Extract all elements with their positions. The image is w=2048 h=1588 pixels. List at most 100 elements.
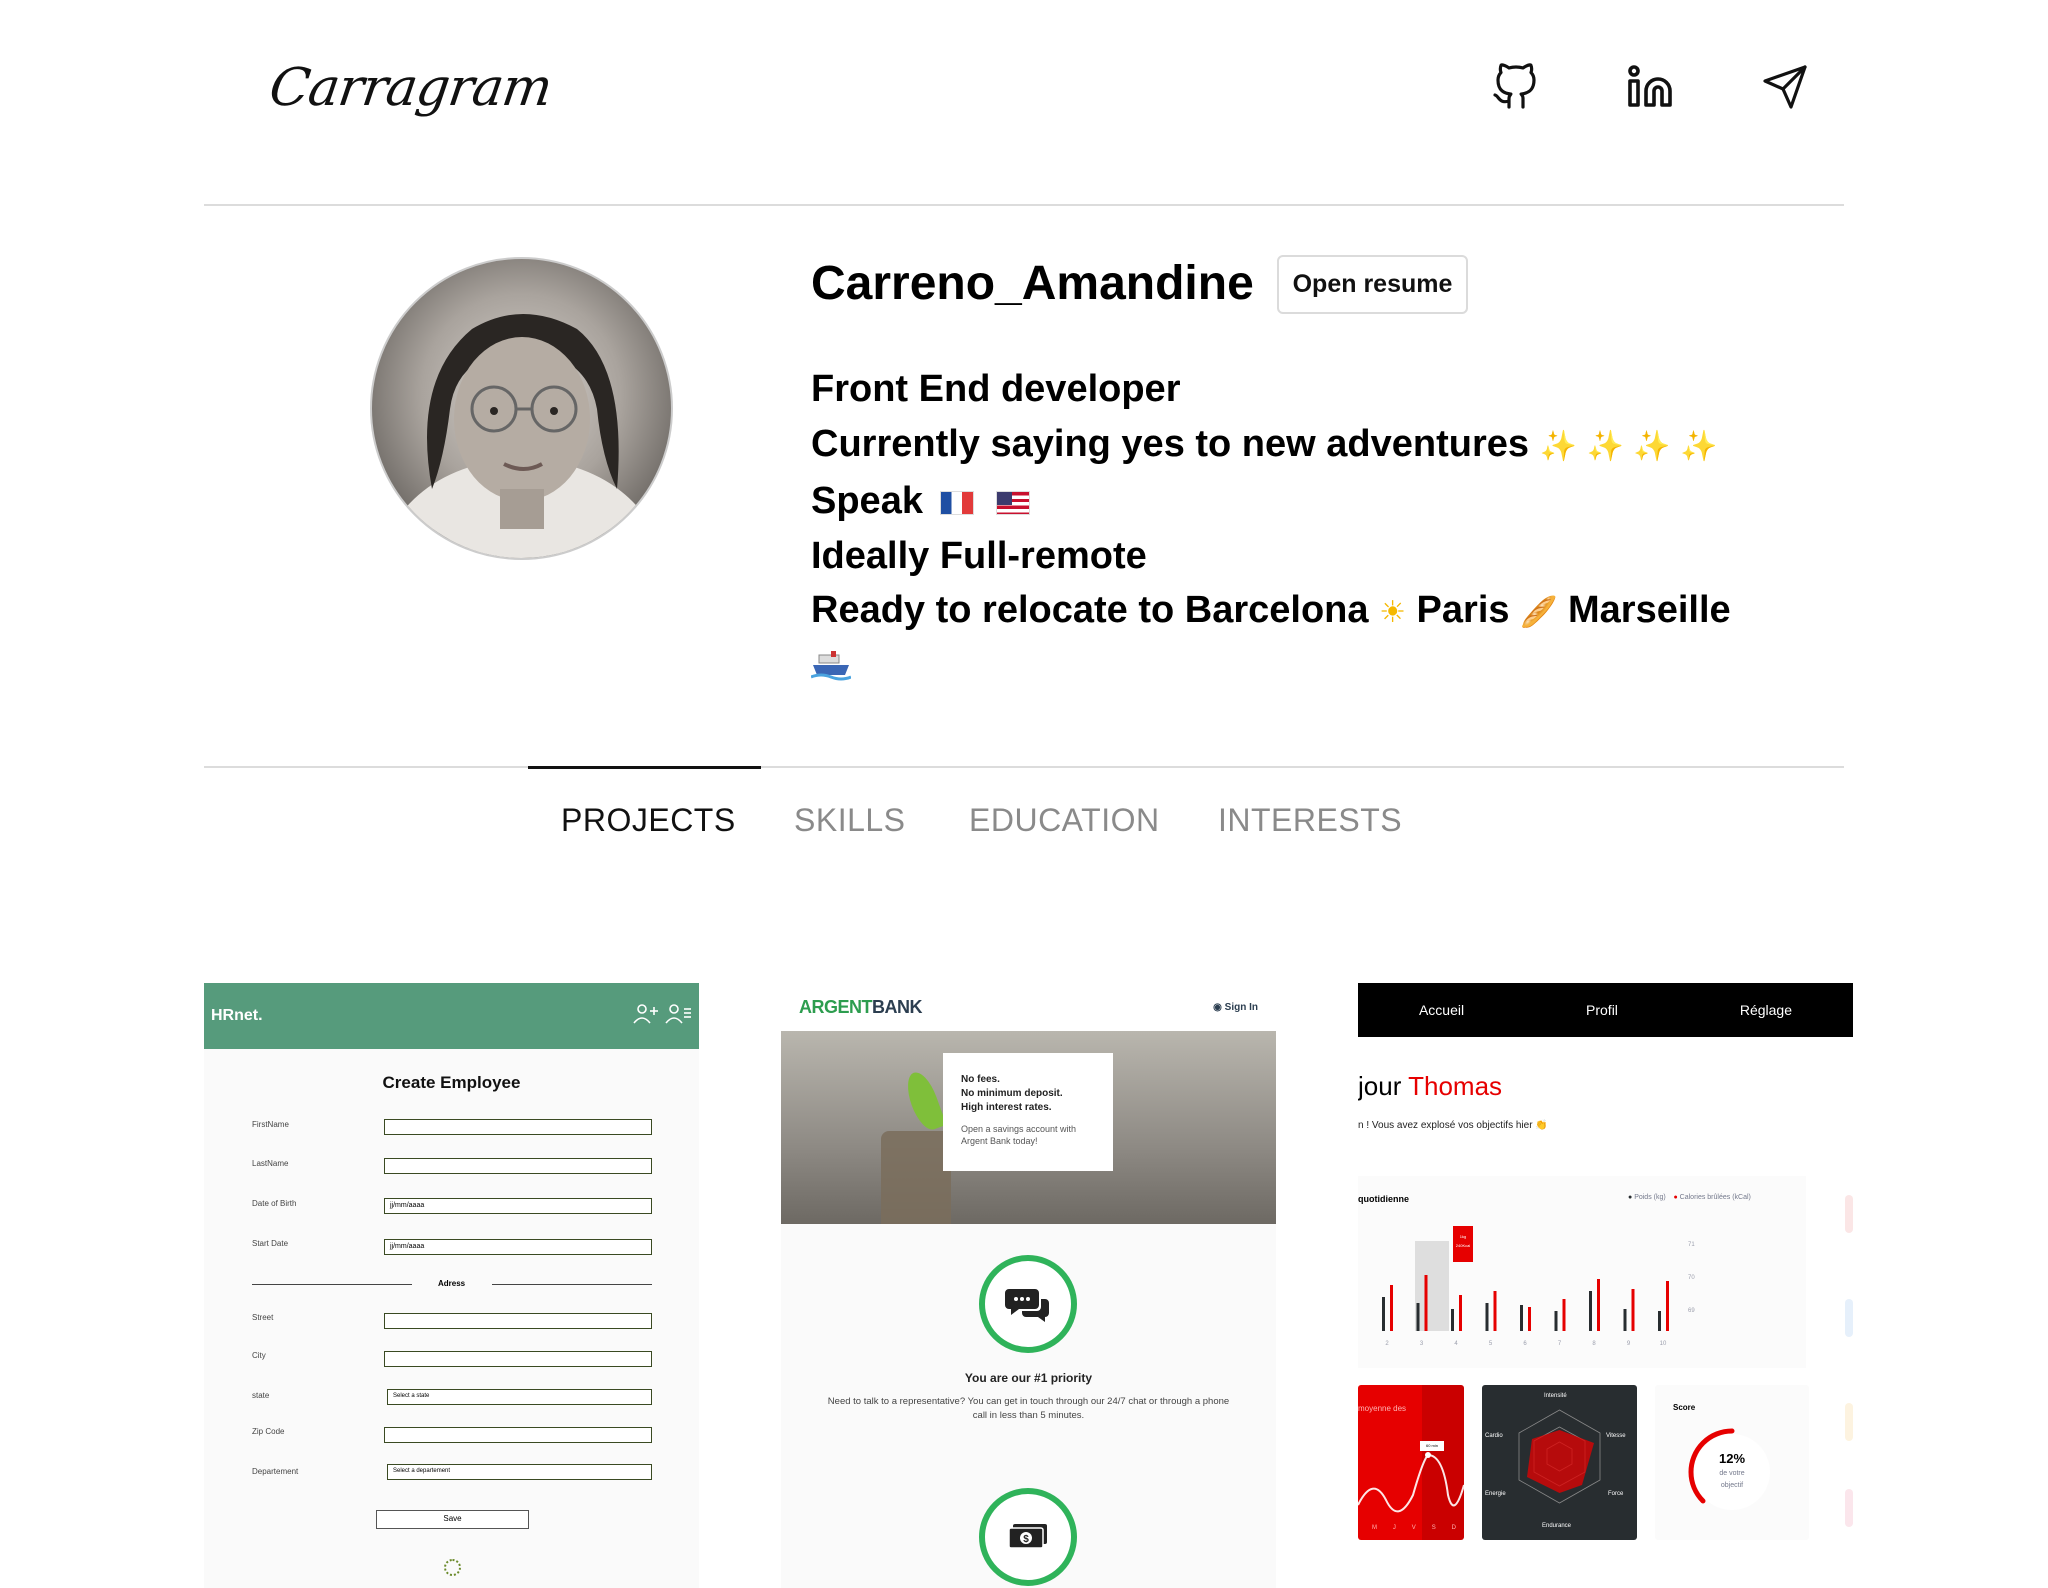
activity-weight-bar [1416, 1303, 1420, 1331]
label-zip: Zip Code [252, 1427, 285, 1436]
argentbank-feature-text: Need to talk to a representative? You ca… [827, 1396, 1230, 1421]
activity-weight-bar [1658, 1311, 1661, 1331]
label-start-date: Start Date [252, 1239, 289, 1248]
score-sub1: de votre [1719, 1470, 1745, 1477]
usa-flag-icon [996, 491, 1031, 515]
side-card-strip [1845, 1403, 1853, 1441]
label-lastname: LastName [252, 1159, 289, 1168]
linkedin-link[interactable] [1621, 58, 1679, 116]
profile-bio: Front End developer Currently saying yes… [810, 362, 1791, 681]
label-street: Street [252, 1313, 274, 1322]
activity-x-tick: 2 [1385, 1341, 1389, 1347]
baguette-icon: 🥖 [1520, 595, 1558, 630]
header-divider [204, 204, 1844, 206]
activity-calorie-bar [1528, 1307, 1531, 1331]
argentbank-logo: ARGENTBANK [799, 996, 923, 1017]
tab-interests[interactable]: INTERESTS [1218, 802, 1402, 839]
activity-y-tick: 69 [1688, 1308, 1695, 1314]
github-icon [1493, 63, 1536, 109]
activity-calorie-bar [1562, 1299, 1566, 1331]
sessions-days: MJVSD [1371, 1525, 1457, 1531]
bio-line-languages: Speak [811, 474, 1791, 529]
input-firstname[interactable] [384, 1119, 652, 1135]
label-department: Departement [252, 1467, 299, 1476]
sun-icon: ☀ [1379, 595, 1406, 630]
linkedin-icon [1628, 65, 1672, 107]
open-resume-button[interactable]: Open resume [1277, 255, 1468, 314]
sportsee-nav-settings: Réglage [1739, 1002, 1792, 1018]
tab-education[interactable]: EDUCATION [969, 802, 1160, 839]
activity-calorie-bar [1390, 1285, 1393, 1331]
contact-link[interactable] [1756, 58, 1814, 116]
bio-line-relocate: Ready to relocate to Barcelona ☀ Paris 🥖… [811, 589, 1731, 631]
select-department[interactable]: Select a departement [387, 1464, 652, 1480]
label-state: state [252, 1391, 270, 1400]
hrnet-user-icons [632, 1003, 692, 1030]
input-city[interactable] [384, 1351, 652, 1367]
project-card-sportsee[interactable]: Accueil Profil Réglage jour Thomas n ! V… [1358, 983, 1853, 1588]
activity-x-tick: 8 [1592, 1341, 1596, 1347]
sparkles-icon: ✨ ✨ ✨ ✨ [1539, 428, 1718, 464]
activity-calorie-bar [1424, 1275, 1428, 1331]
score-value: 12% [1718, 1451, 1746, 1466]
activity-x-tick: 9 [1627, 1341, 1631, 1347]
hrnet-form-title: Create Employee [382, 1073, 521, 1092]
activity-calorie-bar [1597, 1279, 1600, 1331]
github-link[interactable] [1486, 58, 1544, 116]
money-feature-icon: $ [979, 1488, 1077, 1586]
activity-x-tick: 6 [1523, 1341, 1527, 1347]
argentbank-hero-box: No fees. No minimum deposit. High intere… [943, 1053, 1113, 1171]
ship-icon [810, 641, 1791, 681]
sportsee-score-chart: Score 12% de votre objectif [1655, 1385, 1809, 1540]
plant-image [901, 1068, 947, 1134]
activity-weight-bar [1623, 1309, 1627, 1331]
activity-y-tick: 70 [1688, 1275, 1695, 1281]
radar-label-endurance: Endurance [1542, 1523, 1572, 1529]
activity-calorie-bar [1493, 1291, 1497, 1331]
activity-x-tick: 3 [1420, 1341, 1424, 1347]
side-card-strip [1845, 1489, 1853, 1527]
address-divider-right [492, 1284, 652, 1285]
svg-text:$: $ [1023, 1534, 1029, 1545]
activity-weight-bar [1554, 1311, 1558, 1331]
label-firstname: FirstName [252, 1120, 289, 1129]
project-card-hrnet[interactable]: HRnet. Create Employee FirstName LastNam… [204, 983, 699, 1588]
activity-weight-bar [1520, 1305, 1523, 1331]
radar-label-intensite: Intensité [1544, 1393, 1567, 1399]
label-dob: Date of Birth [252, 1199, 297, 1208]
bio-line-role: Front End developer [811, 368, 1181, 410]
sportsee-nav-home: Accueil [1418, 1002, 1465, 1018]
activity-calorie-bar [1666, 1281, 1669, 1331]
send-icon [1763, 65, 1807, 109]
select-state[interactable]: Select a state [387, 1389, 652, 1405]
radar-label-vitesse: Vitesse [1606, 1433, 1626, 1439]
app-logo[interactable]: Carragram [266, 58, 555, 118]
tab-skills[interactable]: SKILLS [794, 802, 906, 839]
activity-weight-bar [1485, 1303, 1489, 1331]
tabs-divider [204, 766, 1844, 768]
input-dob[interactable]: jj/mm/aaaa [384, 1198, 652, 1214]
input-street[interactable] [384, 1313, 652, 1329]
coin-jar-image [881, 1131, 951, 1224]
bio-line-adventures: Currently saying yes to new adventures ✨… [811, 422, 1718, 465]
input-start-date[interactable]: jj/mm/aaaa [384, 1239, 652, 1255]
input-zip[interactable] [384, 1427, 652, 1443]
hrnet-save-button[interactable]: Save [376, 1510, 529, 1529]
radar-label-energie: Energie [1485, 1491, 1506, 1497]
argentbank-feature-title: You are our #1 priority [964, 1371, 1093, 1385]
activity-x-tick: 4 [1454, 1341, 1458, 1347]
tab-projects[interactable]: PROJECTS [561, 802, 736, 839]
loader-icon [444, 1559, 461, 1576]
side-card-strip [1845, 1299, 1853, 1337]
activity-weight-bar [1589, 1291, 1592, 1331]
chat-feature-icon [979, 1255, 1077, 1353]
activity-weight-bar [1451, 1309, 1454, 1331]
sportsee-sessions-chart: moyenne des 60 min MJVSD [1358, 1385, 1464, 1540]
sportsee-greeting: jour Thomas [1358, 1071, 1503, 1101]
project-card-argentbank[interactable]: ARGENTBANK ◉ Sign In No fees. No minimum… [781, 983, 1276, 1588]
input-lastname[interactable] [384, 1158, 652, 1174]
sportsee-nav: Accueil Profil Réglage [1358, 983, 1853, 1037]
argentbank-signin: ◉ Sign In [1213, 1001, 1258, 1013]
user-list-icon [665, 1003, 691, 1024]
avatar [370, 257, 673, 560]
